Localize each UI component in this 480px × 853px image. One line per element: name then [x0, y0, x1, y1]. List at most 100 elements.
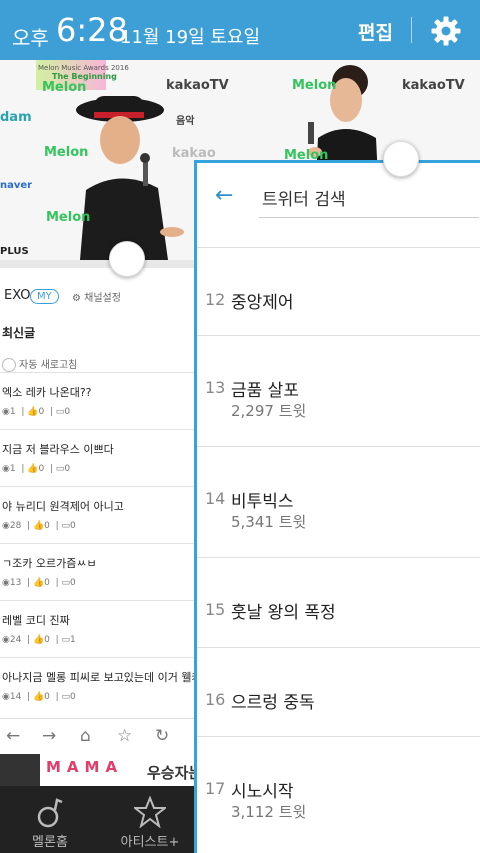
channel-name[interactable]: EXO [4, 288, 31, 303]
post-title[interactable]: 지금 저 블라우스 이쁘다 [2, 441, 114, 457]
nav-label: 멜론홈 [32, 835, 68, 850]
trend-rank: 14 [205, 489, 226, 508]
list-item[interactable]: 레벨 코디 진짜 ◉24 | 👍0 | ▭1 [0, 600, 194, 657]
post-meta: ◉13 | 👍0 | ▭0 [2, 578, 76, 588]
comment-icon: ▭ [61, 635, 71, 645]
trend-word[interactable]: 비투빅스 [231, 487, 294, 512]
thumb-icon: 👍 [32, 692, 45, 702]
back-arrow-icon[interactable]: ← [6, 726, 20, 746]
post-title[interactable]: 엑소 레카 나온대?? [2, 384, 92, 400]
trend-item[interactable]: 13 금품 살포 2,297 트윗 [197, 335, 480, 446]
view-count: 24 [9, 635, 22, 645]
video-logo: PLUS [0, 246, 29, 257]
trend-rank: 12 [205, 290, 226, 309]
page-title: 트위터 검색 [262, 190, 346, 210]
post-meta: ◉28 | 👍0 | ▭0 [2, 521, 76, 531]
post-title[interactable]: 야 뉴리디 원격제어 아니고 [2, 498, 124, 514]
split-resize-handle[interactable] [383, 141, 419, 177]
community-pane[interactable]: EXO MY ⚙ 채널설정 최신글 자동 새로고침 엑소 레카 나온대?? ◉1… [0, 260, 194, 718]
video-logo: Melon [42, 80, 87, 95]
clock-time: 6:28 [56, 11, 128, 49]
comment-count: 0 [64, 407, 71, 417]
video-logo: naver [0, 180, 33, 191]
like-count: 0 [38, 407, 45, 417]
video-logo: Melon [44, 145, 89, 160]
video-logo: Melon Music Awards 2016 [38, 64, 129, 72]
banner-mama-logo: MAMA [46, 758, 124, 776]
video-logo: Melon [292, 78, 337, 93]
view-count: 1 [9, 407, 16, 417]
comment-count: 1 [70, 635, 76, 645]
trend-word[interactable]: 시노시작 [231, 777, 294, 802]
video-logo: kakaoTV [166, 78, 229, 93]
comment-count: 0 [70, 521, 76, 531]
trend-word[interactable]: 으르렁 중독 [231, 688, 315, 713]
banner-dark-block [0, 754, 40, 786]
comment-count: 0 [70, 692, 76, 702]
banner-text: 우승자는 멜론 0 [147, 764, 194, 782]
nav-artist-plus[interactable]: 아티스트+ [100, 786, 200, 853]
trend-word[interactable]: 금품 살포 [231, 376, 299, 401]
list-item[interactable]: ㄱ조카 오르가즘ㅆㅂ ◉13 | 👍0 | ▭0 [0, 543, 194, 600]
video-logo: Melon [46, 210, 91, 225]
eye-icon: ◉ [2, 578, 10, 588]
gear-icon: ⚙ [72, 293, 81, 304]
comment-count: 0 [64, 464, 71, 474]
ad-banner[interactable]: MAMA 우승자는 멜론 0 [0, 754, 194, 786]
melon-note-icon [37, 798, 63, 828]
my-badge[interactable]: MY [30, 289, 59, 304]
channel-bar: EXO MY ⚙ 채널설정 [0, 260, 194, 316]
nav-melon-home[interactable]: 멜론홈 [0, 786, 100, 853]
forward-arrow-icon[interactable]: → [42, 726, 56, 746]
list-item[interactable]: 야 뉴리디 원격제어 아니고 ◉28 | 👍0 | ▭0 [0, 486, 194, 543]
trend-count: 3,112 트윗 [231, 803, 307, 821]
post-meta: ◉1 | 👍0 | ▭0 [2, 407, 71, 417]
checkbox-icon[interactable] [2, 358, 16, 372]
comment-icon: ▭ [61, 521, 71, 531]
like-count: 0 [44, 578, 50, 588]
list-item[interactable]: 엑소 레카 나온대?? ◉1 | 👍0 | ▭0 [0, 372, 194, 429]
twitter-search-pane[interactable]: ← 트위터 검색 12 중앙제어 13 금품 살포 2,297 트윗 14 비투… [194, 160, 480, 853]
section-title: 최신글 [2, 326, 36, 340]
search-underline [259, 217, 479, 218]
star-icon [134, 796, 166, 828]
gear-icon[interactable] [430, 15, 462, 47]
post-title[interactable]: ㄱ조카 오르가즘ㅆㅂ [2, 555, 97, 571]
post-title[interactable]: 레벨 코디 진짜 [2, 612, 70, 628]
post-meta: ◉24 | 👍0 | ▭1 [2, 635, 76, 645]
comment-count: 0 [70, 578, 76, 588]
auto-refresh-toggle[interactable]: 자동 새로고침 [2, 356, 77, 372]
eye-icon: ◉ [2, 521, 10, 531]
date-text: 11월 19일 토요일 [120, 27, 261, 48]
channel-settings-label: 채널설정 [84, 293, 121, 304]
split-resize-handle[interactable] [109, 241, 145, 277]
view-count: 1 [9, 464, 16, 474]
channel-settings-button[interactable]: ⚙ 채널설정 [72, 289, 121, 304]
video-logo: 음악 [176, 116, 195, 127]
thumb-icon: 👍 [32, 578, 45, 588]
home-icon[interactable]: ⌂ [80, 726, 91, 746]
trend-rank: 16 [205, 690, 226, 709]
back-arrow-icon[interactable]: ← [215, 183, 233, 208]
video-logo: kakao [172, 146, 216, 161]
like-count: 0 [44, 692, 50, 702]
status-divider [411, 17, 412, 43]
trend-word[interactable]: 훗날 왕의 폭정 [231, 598, 336, 623]
like-count: 0 [44, 521, 50, 531]
like-count: 0 [38, 464, 45, 474]
eye-icon: ◉ [2, 635, 10, 645]
list-item[interactable]: 지금 저 블라우스 이쁘다 ◉1 | 👍0 | ▭0 [0, 429, 194, 486]
edit-button[interactable]: 편집 [358, 18, 393, 45]
nav-label: 아티스트+ [120, 835, 180, 850]
refresh-icon[interactable]: ↻ [155, 726, 169, 746]
post-title[interactable]: 아나지금 멜롱 피씨로 보고있는데 이거 웰케 [2, 669, 194, 685]
trend-item[interactable]: 17 시노시작 3,112 트윗 [197, 736, 480, 847]
trend-word[interactable]: 중앙제어 [231, 288, 294, 313]
comment-icon: ▭ [61, 578, 71, 588]
post-meta: ◉1 | 👍0 | ▭0 [2, 464, 71, 474]
trend-item[interactable]: 14 비투빅스 5,341 트윗 [197, 446, 480, 557]
list-item[interactable]: 아나지금 멜롱 피씨로 보고있는데 이거 웰케 ◉14 | 👍0 | ▭0 [0, 657, 194, 714]
like-count: 0 [44, 635, 50, 645]
star-icon[interactable]: ☆ [117, 726, 132, 746]
trend-count: 2,297 트윗 [231, 402, 307, 420]
